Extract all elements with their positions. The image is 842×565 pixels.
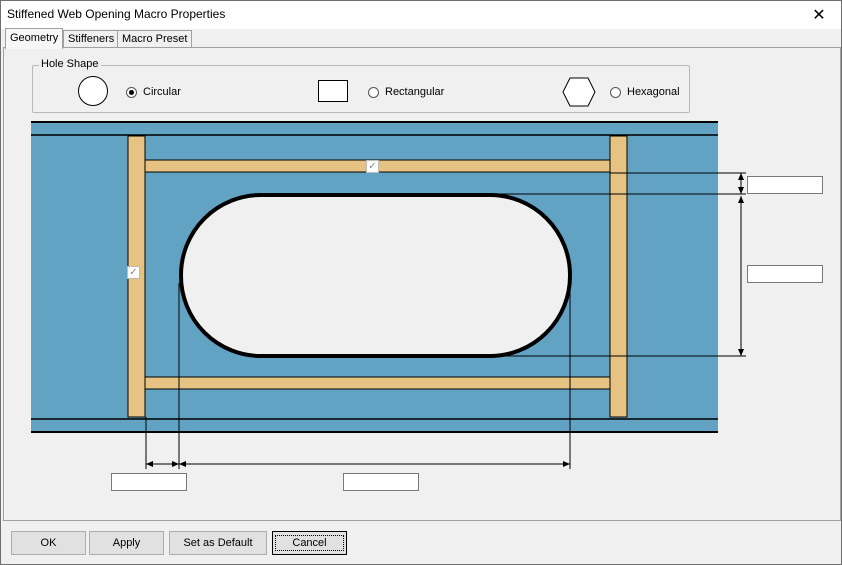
set-as-default-button[interactable]: Set as Default [169,531,267,555]
dim-arrow [146,461,153,467]
dim-arrow [563,461,570,467]
dim-arrow [738,349,744,356]
checkmark-icon: ✓ [368,161,377,172]
hole-length-input[interactable] [343,473,419,491]
dim-arrow [738,173,744,180]
top-stiffener-checkbox[interactable]: ✓ [366,160,379,173]
dim-arrow [172,461,179,467]
web-opening-hole [179,193,572,358]
tab-geometry[interactable]: Geometry [5,28,64,49]
dim-arrow [738,196,744,203]
dim-arrow [738,187,744,194]
dialog-window: Stiffened Web Opening Macro Properties ✕… [0,0,842,565]
web-opening-diagram [31,121,746,469]
checkmark-icon: ✓ [129,267,138,278]
vertical-stiffener-checkbox[interactable]: ✓ [127,266,140,279]
stiffener-offset-horizontal-input[interactable] [111,473,187,491]
dim-arrow [179,461,186,467]
cancel-button-label: Cancel [275,535,344,551]
right-vertical-stiffener [609,135,628,418]
stiffener-offset-vertical-input[interactable] [747,176,823,194]
ok-button[interactable]: OK [11,531,86,555]
cancel-button[interactable]: Cancel [272,531,347,555]
bottom-horizontal-stiffener [144,376,611,390]
apply-button[interactable]: Apply [89,531,164,555]
hole-height-input[interactable] [747,265,823,283]
